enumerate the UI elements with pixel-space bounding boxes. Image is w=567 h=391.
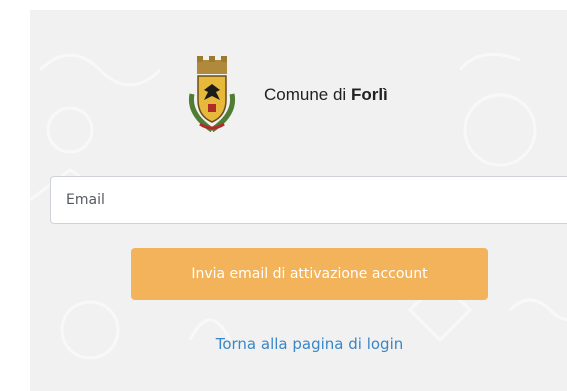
- city-crest-icon: [188, 56, 236, 133]
- email-input[interactable]: [50, 176, 567, 224]
- back-to-login-link[interactable]: Torna alla pagina di login: [131, 335, 488, 353]
- site-title: Comune di Forlì: [264, 85, 388, 105]
- activation-panel: Comune di Forlì Invia email di attivazio…: [30, 10, 567, 391]
- send-activation-email-button[interactable]: Invia email di attivazione account: [131, 248, 488, 300]
- site-title-prefix: Comune di: [264, 85, 347, 104]
- brand-header: Comune di Forlì: [186, 54, 388, 136]
- site-title-name: Forlì: [350, 85, 388, 104]
